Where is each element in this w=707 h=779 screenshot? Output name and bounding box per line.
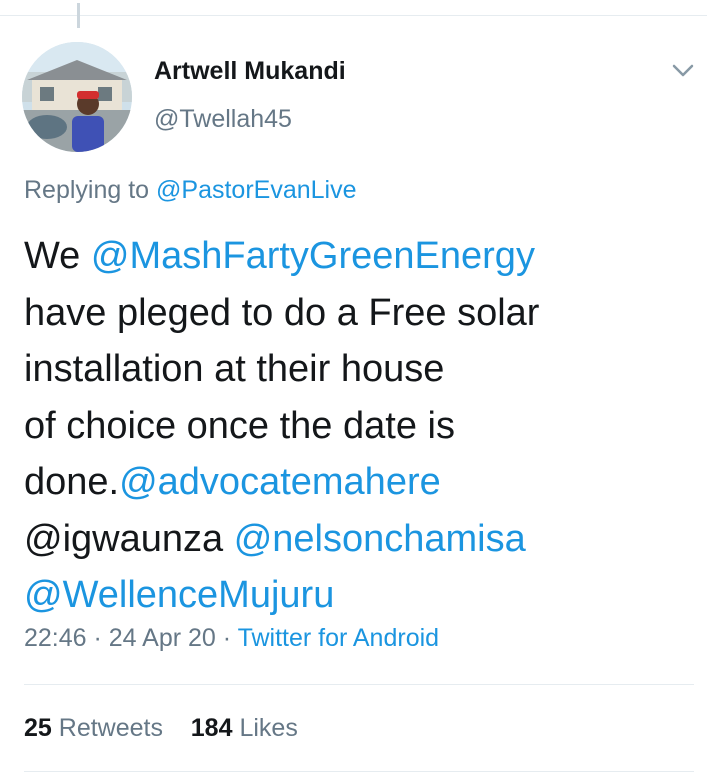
retweets-count: 25 <box>24 714 52 742</box>
replying-to: Replying to @PastorEvanLive <box>24 176 357 205</box>
tweet-text-segment: done. <box>24 461 120 503</box>
likes-count: 184 <box>190 714 233 742</box>
tweet-line: have pleged to do a Free solar <box>24 291 540 334</box>
tweet-line: @igwaunza @nelsonchamisa <box>24 511 684 568</box>
tweet-date: 24 Apr 20 <box>108 624 216 652</box>
replying-to-mention[interactable]: @PastorEvanLive <box>156 176 356 204</box>
thread-connector-line <box>77 3 80 28</box>
chevron-down-icon[interactable] <box>670 60 696 80</box>
tweet-line: installation at their house <box>24 348 445 390</box>
tweet-line: We @MashFartyGreenEnergy <box>24 228 684 285</box>
tweet-line: of choice once the date is <box>24 404 455 447</box>
meta-separator: · <box>215 624 238 652</box>
mention-link[interactable]: @nelsonchamisa <box>234 518 526 560</box>
divider <box>24 684 694 685</box>
tweet-text-segment: We <box>24 235 91 277</box>
tweet-source-link[interactable]: Twitter for Android <box>238 624 439 652</box>
top-divider <box>0 15 707 16</box>
tweet-text: We @MashFartyGreenEnergy have pleged to … <box>24 228 684 624</box>
mention-link[interactable]: @advocatemahere <box>119 461 441 503</box>
mention-link[interactable]: @igwaunza <box>24 518 223 560</box>
engagement-stats: 25 Retweets 184 Likes <box>24 714 298 743</box>
author-handle[interactable]: @Twellah45 <box>154 105 292 134</box>
avatar[interactable] <box>22 42 132 152</box>
meta-separator: · <box>86 624 109 652</box>
likes-stat[interactable]: 184 Likes <box>191 714 298 742</box>
author-name[interactable]: Artwell Mukandi <box>154 57 346 86</box>
avatar-photo <box>22 42 132 152</box>
mention-link[interactable]: @MashFartyGreenEnergy <box>91 235 535 277</box>
retweets-stat[interactable]: 25 Retweets <box>24 714 163 742</box>
divider <box>24 771 694 772</box>
mention-link[interactable]: @WellenceMujuru <box>24 574 334 616</box>
tweet-line: done.@advocatemahere <box>24 454 684 511</box>
likes-label: Likes <box>239 714 298 742</box>
retweets-label: Retweets <box>58 714 163 742</box>
replying-prefix: Replying to <box>24 176 150 204</box>
tweet-line: @WellenceMujuru <box>24 567 684 624</box>
tweet-time: 22:46 <box>24 624 87 652</box>
tweet-meta: 22:46 · 24 Apr 20 · Twitter for Android <box>24 624 439 653</box>
